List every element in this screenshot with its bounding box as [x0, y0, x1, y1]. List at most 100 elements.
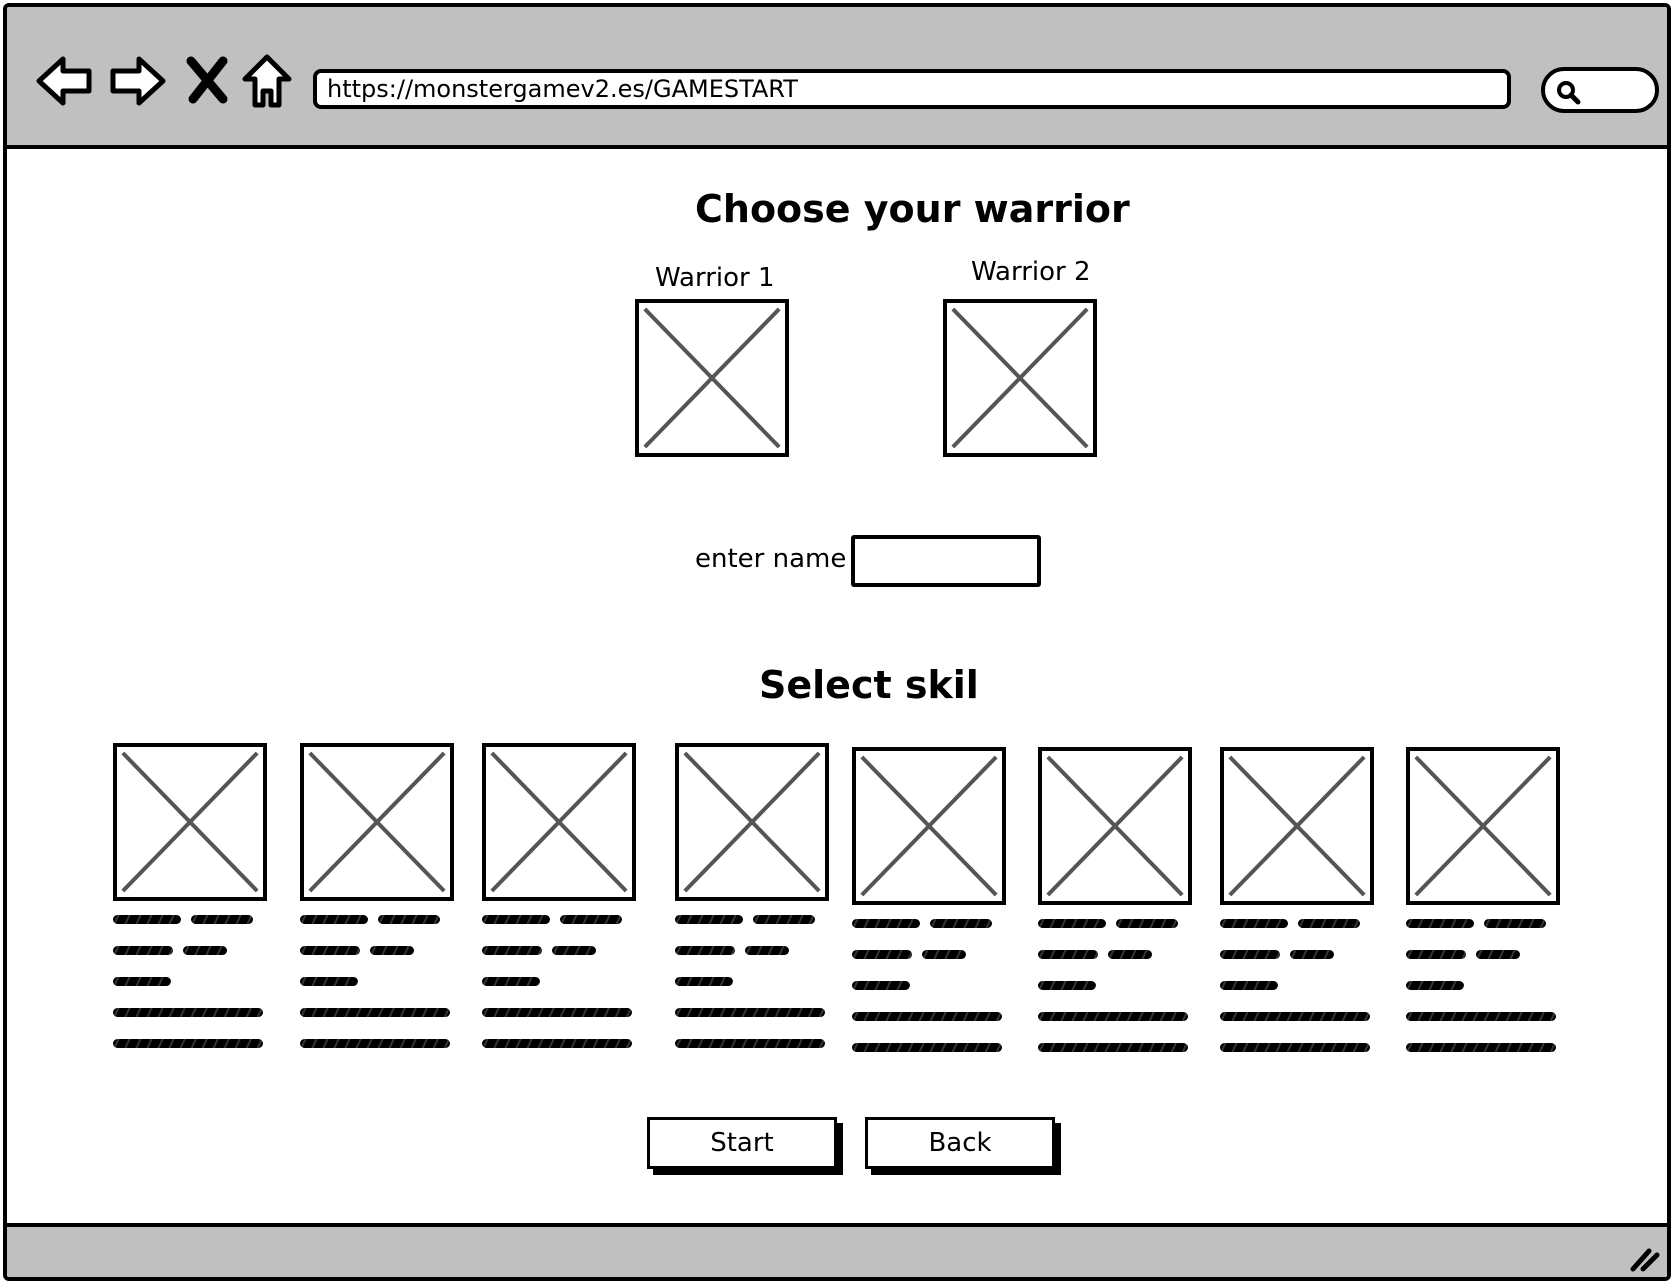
skill-7-description [1220, 919, 1378, 1074]
warrior-1-label: Warrior 1 [655, 263, 775, 293]
placeholder-text-scribble [113, 915, 181, 924]
placeholder-text-scribble [1038, 919, 1106, 928]
close-icon[interactable] [179, 51, 239, 111]
warrior-1-image[interactable] [635, 299, 789, 457]
placeholder-text-scribble [300, 1008, 450, 1017]
placeholder-text-scribble [300, 1039, 450, 1048]
name-input[interactable] [851, 535, 1041, 587]
placeholder-text-scribble [1038, 981, 1096, 990]
browser-toolbar: https://monstergamev2.es/GAMESTART [7, 7, 1667, 149]
skills-title: Select skil [759, 663, 979, 707]
placeholder-text-scribble [675, 977, 733, 986]
resize-handle-icon[interactable] [1627, 1243, 1661, 1273]
placeholder-text-scribble [1406, 981, 1464, 990]
search-icon [1557, 81, 1581, 105]
back-button[interactable]: Back [865, 1117, 1055, 1169]
placeholder-text-scribble [300, 915, 368, 924]
placeholder-text-scribble [1220, 950, 1280, 959]
name-label: enter name [695, 544, 847, 574]
placeholder-text-scribble [113, 946, 173, 955]
skill-2-image[interactable] [300, 743, 454, 901]
image-placeholder-icon [856, 751, 1002, 901]
url-bar[interactable]: https://monstergamev2.es/GAMESTART [313, 69, 1511, 109]
home-icon[interactable] [237, 51, 297, 111]
skill-8-image[interactable] [1406, 747, 1560, 905]
placeholder-text-scribble [675, 915, 743, 924]
placeholder-text-scribble [1406, 1043, 1556, 1052]
placeholder-text-scribble [1038, 1012, 1188, 1021]
placeholder-text-scribble [745, 946, 789, 955]
placeholder-text-scribble [1220, 919, 1288, 928]
start-button[interactable]: Start [647, 1117, 837, 1169]
placeholder-text-scribble [482, 1008, 632, 1017]
placeholder-text-scribble [482, 946, 542, 955]
placeholder-text-scribble [753, 915, 815, 924]
skill-7-image[interactable] [1220, 747, 1374, 905]
placeholder-text-scribble [1406, 950, 1466, 959]
placeholder-text-scribble [482, 915, 550, 924]
image-placeholder-icon [486, 747, 632, 897]
placeholder-text-scribble [675, 1039, 825, 1048]
skill-2-description [300, 915, 458, 1070]
placeholder-text-scribble [675, 1008, 825, 1017]
warrior-2-image[interactable] [943, 299, 1097, 457]
placeholder-text-scribble [1298, 919, 1360, 928]
placeholder-text-scribble [1220, 1012, 1370, 1021]
placeholder-text-scribble [300, 977, 358, 986]
placeholder-text-scribble [482, 1039, 632, 1048]
placeholder-text-scribble [1220, 981, 1278, 990]
skill-4-description [675, 915, 833, 1070]
placeholder-text-scribble [560, 915, 622, 924]
placeholder-text-scribble [852, 1012, 1002, 1021]
placeholder-text-scribble [113, 1008, 263, 1017]
placeholder-text-scribble [1038, 1043, 1188, 1052]
browser-window: https://monstergamev2.es/GAMESTART Choos… [3, 3, 1671, 1281]
placeholder-text-scribble [1406, 919, 1474, 928]
placeholder-text-scribble [378, 915, 440, 924]
skill-3-description [482, 915, 640, 1070]
skill-5-description [852, 919, 1010, 1074]
skill-4-image[interactable] [675, 743, 829, 901]
image-placeholder-icon [1224, 751, 1370, 901]
placeholder-text-scribble [1406, 1012, 1556, 1021]
skill-5-image[interactable] [852, 747, 1006, 905]
skill-8-description [1406, 919, 1564, 1074]
skill-6-image[interactable] [1038, 747, 1192, 905]
placeholder-text-scribble [1038, 950, 1098, 959]
placeholder-text-scribble [113, 977, 171, 986]
placeholder-text-scribble [552, 946, 596, 955]
placeholder-text-scribble [1108, 950, 1152, 959]
placeholder-text-scribble [1484, 919, 1546, 928]
skill-6-description [1038, 919, 1196, 1074]
placeholder-text-scribble [482, 977, 540, 986]
placeholder-text-scribble [852, 919, 920, 928]
placeholder-text-scribble [852, 981, 910, 990]
forward-arrow-icon[interactable] [107, 51, 167, 111]
skill-1-image[interactable] [113, 743, 267, 901]
placeholder-text-scribble [1290, 950, 1334, 959]
placeholder-text-scribble [370, 946, 414, 955]
search-field[interactable] [1541, 67, 1659, 113]
placeholder-text-scribble [922, 950, 966, 959]
status-bar [7, 1223, 1667, 1277]
placeholder-text-scribble [675, 946, 735, 955]
image-placeholder-icon [1410, 751, 1556, 901]
placeholder-text-scribble [1220, 1043, 1370, 1052]
warrior-2-label: Warrior 2 [971, 257, 1091, 287]
placeholder-text-scribble [852, 950, 912, 959]
back-arrow-icon[interactable] [35, 51, 95, 111]
image-placeholder-icon [117, 747, 263, 897]
placeholder-text-scribble [930, 919, 992, 928]
skill-3-image[interactable] [482, 743, 636, 901]
image-placeholder-icon [1042, 751, 1188, 901]
placeholder-text-scribble [191, 915, 253, 924]
image-placeholder-icon [304, 747, 450, 897]
image-placeholder-icon [947, 303, 1093, 453]
image-placeholder-icon [679, 747, 825, 897]
placeholder-text-scribble [183, 946, 227, 955]
skill-1-description [113, 915, 271, 1070]
placeholder-text-scribble [1476, 950, 1520, 959]
page-title: Choose your warrior [695, 187, 1130, 231]
placeholder-text-scribble [300, 946, 360, 955]
placeholder-text-scribble [1116, 919, 1178, 928]
